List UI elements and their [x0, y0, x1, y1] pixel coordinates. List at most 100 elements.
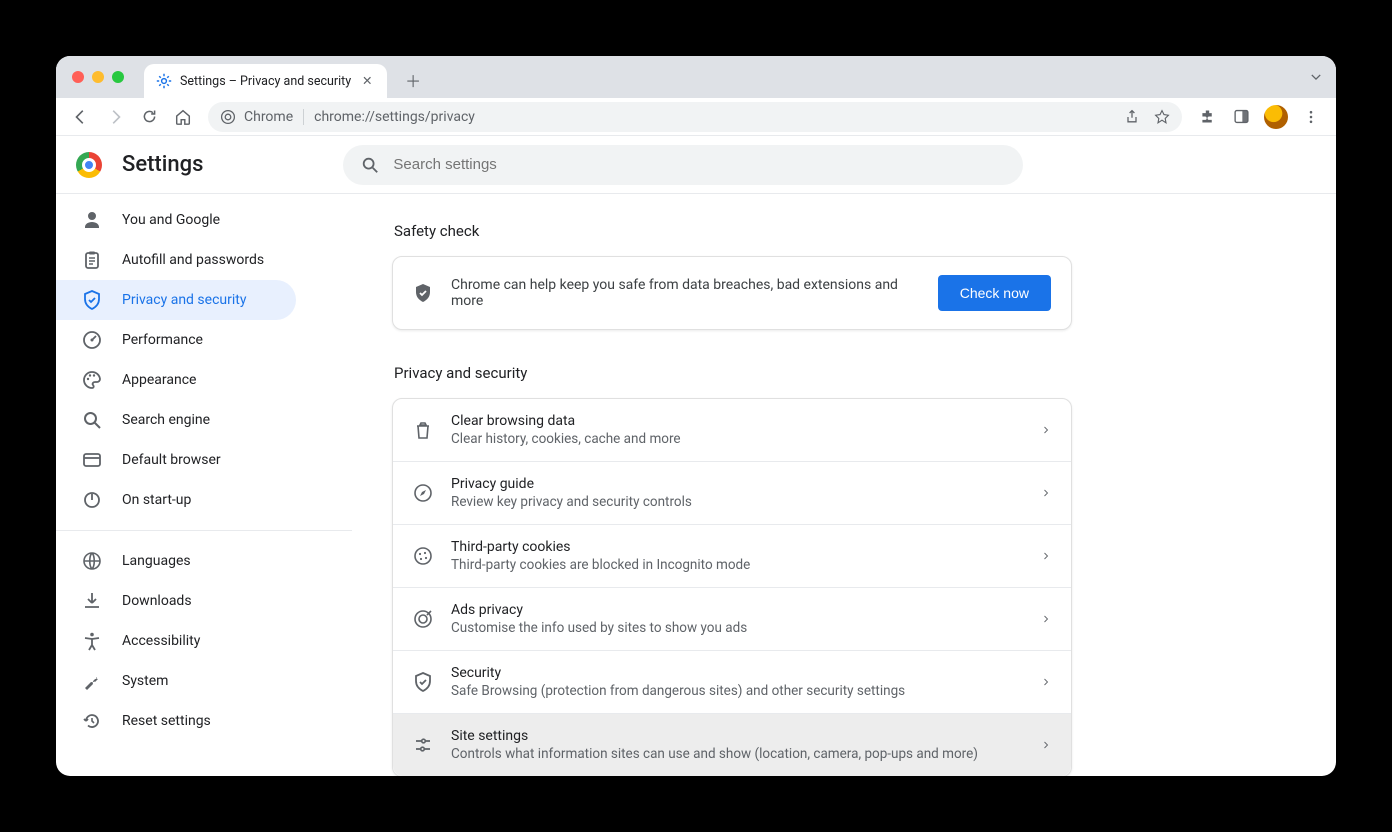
browser-tab[interactable]: Settings – Privacy and security ✕ [144, 64, 387, 98]
section-title-privacy: Privacy and security [394, 364, 1072, 382]
forward-button[interactable] [100, 102, 130, 132]
sidebar-item-downloads[interactable]: Downloads [56, 581, 296, 621]
content-area: Safety check Chrome can help keep you sa… [352, 194, 1336, 776]
chevron-right-icon [1041, 677, 1051, 687]
reload-button[interactable] [134, 102, 164, 132]
maximize-window-button[interactable] [112, 71, 124, 83]
sidebar-item-label: Downloads [122, 593, 192, 609]
sidebar-item-label: Performance [122, 332, 203, 348]
person-icon [82, 210, 102, 230]
tab-strip: Settings – Privacy and security ✕ ＋ [56, 56, 1336, 98]
row-subtitle: Clear history, cookies, cache and more [451, 431, 1023, 447]
gear-icon [156, 73, 172, 89]
row-subtitle: Controls what information sites can use … [451, 746, 1023, 762]
sidebar-item-label: System [122, 673, 168, 689]
address-bar[interactable]: Chrome chrome://settings/privacy [208, 102, 1182, 132]
speedometer-icon [82, 330, 102, 350]
compass-icon [413, 483, 433, 503]
sidebar-item-performance[interactable]: Performance [56, 320, 296, 360]
kebab-menu-icon[interactable] [1296, 102, 1326, 132]
close-tab-icon[interactable]: ✕ [359, 73, 375, 89]
new-tab-button[interactable]: ＋ [399, 66, 427, 94]
sidebar-item-label: Default browser [122, 452, 221, 468]
search-input[interactable] [393, 156, 1005, 173]
sidebar-divider [56, 530, 352, 531]
accessibility-icon [82, 631, 102, 651]
row-title: Third-party cookies [451, 539, 1023, 555]
sidebar-item-default-browser[interactable]: Default browser [56, 440, 296, 480]
chevron-right-icon [1041, 425, 1051, 435]
chevron-right-icon [1041, 551, 1051, 561]
trash-icon [413, 420, 433, 440]
sidebar: You and Google Autofill and passwords Priv… [56, 194, 352, 776]
section-title-safety: Safety check [394, 222, 1072, 240]
sidebar-item-on-start-up[interactable]: On start-up [56, 480, 296, 520]
check-now-button[interactable]: Check now [938, 275, 1051, 311]
settings-row-ads-privacy[interactable]: Ads privacyCustomise the info used by si… [393, 587, 1071, 650]
clipboard-icon [82, 250, 102, 270]
sidebar-item-privacy-and-security[interactable]: Privacy and security [56, 280, 296, 320]
chrome-chip-icon [220, 109, 236, 125]
sidebar-item-autofill-and-passwords[interactable]: Autofill and passwords [56, 240, 296, 280]
palette-icon [82, 370, 102, 390]
tab-list-dropdown-icon[interactable] [1296, 56, 1336, 98]
row-subtitle: Customise the info used by sites to show… [451, 620, 1023, 636]
settings-row-security[interactable]: Security Safe Browsing (protection from d… [393, 650, 1071, 713]
sidebar-item-accessibility[interactable]: Accessibility [56, 621, 296, 661]
window-icon [82, 450, 102, 470]
sidebar-item-system[interactable]: System [56, 661, 296, 701]
wrench-icon [82, 671, 102, 691]
sidebar-item-label: On start-up [122, 492, 191, 508]
search-settings-field[interactable] [343, 145, 1023, 185]
sidebar-item-label: Accessibility [122, 633, 200, 649]
settings-row-site-settings[interactable]: Site settings Controls what information s… [393, 713, 1071, 776]
row-subtitle: Review key privacy and security controls [451, 494, 1023, 510]
settings-row-privacy-guide[interactable]: Privacy guideReview key privacy and secu… [393, 461, 1071, 524]
download-icon [82, 591, 102, 611]
browser-window: Settings – Privacy and security ✕ ＋ Chro… [56, 56, 1336, 776]
profile-avatar[interactable] [1264, 105, 1288, 129]
row-subtitle: Safe Browsing (protection from dangerous… [451, 683, 1023, 699]
settings-row-clear-browsing-data[interactable]: Clear browsing data Clear history, cookie… [393, 399, 1071, 461]
url-text: chrome://settings/privacy [314, 109, 475, 125]
home-button[interactable] [168, 102, 198, 132]
sidebar-item-search-engine[interactable]: Search engine [56, 400, 296, 440]
close-window-button[interactable] [72, 71, 84, 83]
tune-icon [413, 735, 433, 755]
tab-title: Settings – Privacy and security [180, 74, 351, 89]
site-chip[interactable]: Chrome [220, 109, 304, 125]
sidebar-item-reset-settings[interactable]: Reset settings [56, 701, 296, 741]
side-panel-icon[interactable] [1226, 102, 1256, 132]
chrome-logo-icon [76, 152, 102, 178]
site-chip-label: Chrome [244, 109, 293, 125]
row-subtitle: Third-party cookies are blocked in Incog… [451, 557, 1023, 573]
extensions-icon[interactable] [1192, 102, 1222, 132]
shield-icon [413, 672, 433, 692]
chevron-right-icon [1041, 740, 1051, 750]
row-title: Site settings [451, 728, 1023, 744]
share-icon[interactable] [1124, 109, 1140, 125]
settings-row-third-party-cookies[interactable]: Third-party cookies Third-party cookies a… [393, 524, 1071, 587]
sidebar-item-label: Privacy and security [122, 292, 246, 308]
sidebar-item-label: Languages [122, 553, 191, 569]
sidebar-item-label: Appearance [122, 372, 196, 388]
row-title: Security [451, 665, 1023, 681]
sidebar-item-you-and-google[interactable]: You and Google [56, 200, 296, 240]
search-icon [82, 410, 102, 430]
row-title: Clear browsing data [451, 413, 1023, 429]
browser-toolbar: Chrome chrome://settings/privacy [56, 98, 1336, 136]
sidebar-item-appearance[interactable]: Appearance [56, 360, 296, 400]
sidebar-item-label: Autofill and passwords [122, 252, 264, 268]
bookmark-icon[interactable] [1154, 109, 1170, 125]
power-icon [82, 490, 102, 510]
sidebar-item-languages[interactable]: Languages [56, 541, 296, 581]
search-icon [361, 156, 379, 174]
restore-icon [82, 711, 102, 731]
window-controls [68, 56, 134, 98]
page-title: Settings [122, 152, 203, 177]
sidebar-item-label: You and Google [122, 212, 220, 228]
minimize-window-button[interactable] [92, 71, 104, 83]
shield-check-icon [413, 283, 433, 303]
sidebar-item-label: Search engine [122, 412, 210, 428]
back-button[interactable] [66, 102, 96, 132]
